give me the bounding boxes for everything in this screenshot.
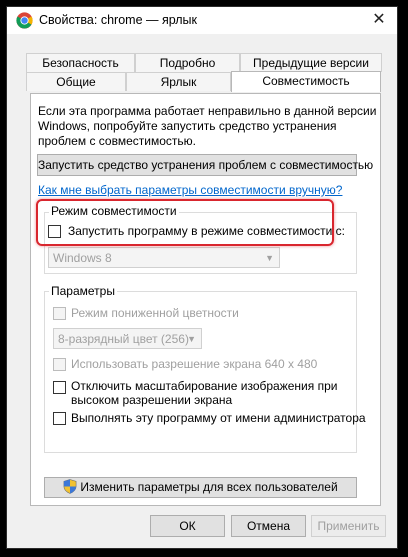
disable-scaling-label-2: высоком разрешении экрана [71, 393, 233, 407]
chevron-down-icon: ▼ [187, 334, 196, 344]
intro-line-3: проблем с совместимостью. [38, 134, 196, 148]
ok-button[interactable]: ОК [150, 515, 225, 537]
highlight-frame [36, 199, 334, 246]
change-all-users-button[interactable]: Изменить параметры для всех пользователе… [44, 477, 357, 498]
chevron-down-icon: ▼ [265, 253, 274, 263]
params-legend: Параметры [49, 284, 117, 298]
tab-shortcut[interactable]: Ярлык [126, 72, 231, 91]
compatibility-panel: Если эта программа работает неправильно … [30, 93, 381, 506]
run-as-admin-checkbox[interactable] [53, 412, 66, 425]
chrome-icon [16, 12, 33, 29]
change-all-users-label: Изменить параметры для всех пользователе… [80, 480, 338, 494]
reduced-color-checkbox[interactable] [53, 307, 66, 320]
run-as-admin-label: Выполнять эту программу от имени админис… [71, 411, 366, 425]
intro-line-2: Windows, попробуйте запустить средство у… [38, 119, 337, 133]
os-select[interactable]: Windows 8 ▼ [48, 247, 280, 268]
resolution-label: Использовать разрешение экрана 640 x 480 [71, 357, 318, 371]
resolution-checkbox[interactable] [53, 358, 66, 371]
window-title: Свойства: chrome — ярлык [39, 13, 198, 27]
troubleshooter-button[interactable]: Запустить средство устранения проблем с … [37, 154, 373, 176]
cancel-button[interactable]: Отмена [231, 515, 306, 537]
color-depth-select[interactable]: 8-разрядный цвет (256) ▼ [53, 328, 202, 349]
properties-window: Свойства: chrome — ярлык ✕ Безопасность … [6, 6, 398, 549]
tab-previous-versions[interactable]: Предыдущие версии [240, 53, 382, 72]
disable-scaling-label-1: Отключить масштабирование изображения пр… [71, 379, 338, 393]
reduced-color-label: Режим пониженной цветности [71, 306, 239, 320]
intro-line-1: Если эта программа работает неправильно … [38, 104, 377, 118]
tab-details[interactable]: Подробно [135, 53, 240, 72]
title-bar[interactable]: Свойства: chrome — ярлык ✕ [7, 7, 397, 34]
os-select-value: Windows 8 [53, 251, 112, 265]
tab-general[interactable]: Общие [26, 72, 126, 91]
tab-security[interactable]: Безопасность [26, 53, 135, 72]
tab-compatibility[interactable]: Совместимость [231, 71, 381, 92]
shield-icon [63, 479, 77, 494]
apply-button[interactable]: Применить [311, 515, 386, 537]
close-icon[interactable]: ✕ [369, 10, 389, 30]
color-depth-value: 8-разрядный цвет (256) [58, 332, 189, 346]
disable-scaling-checkbox[interactable] [53, 381, 66, 394]
manual-settings-link[interactable]: Как мне выбрать параметры совместимости … [38, 183, 342, 197]
